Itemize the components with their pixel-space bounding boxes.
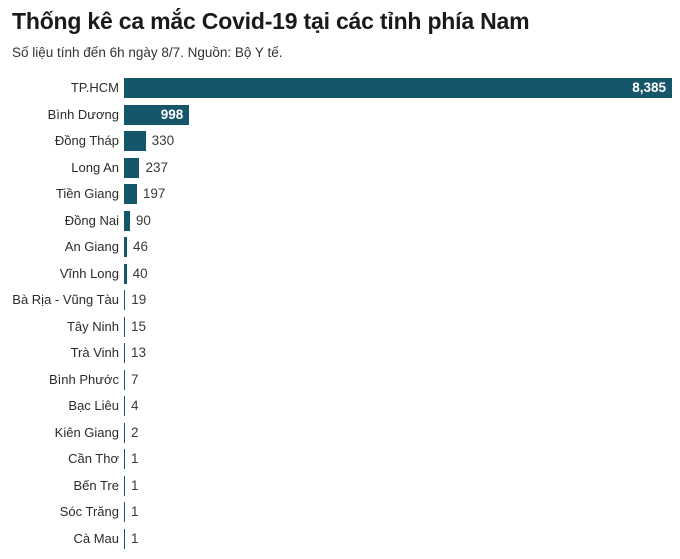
bar-row[interactable]: Long An 237 — [0, 157, 680, 185]
bar-category-label: An Giang — [64, 239, 119, 254]
bar-value-label: 197 — [142, 186, 166, 201]
bar-value-label: 46 — [133, 239, 149, 254]
bar-row[interactable]: Bà Rịa - Vũng Tàu 19 — [0, 290, 680, 317]
bar-category-label: Đồng Nai — [64, 212, 119, 228]
bar-container: 15 — [124, 316, 147, 337]
bar-category-label: Bình Phước — [49, 371, 119, 387]
bar[interactable] — [124, 290, 126, 310]
bar-value-label: 19 — [131, 292, 147, 307]
chart-subtitle: Số liệu tính đến 6h ngày 8/7. Nguồn: Bộ … — [12, 45, 283, 60]
bar-row[interactable]: Kiên Giang 2 — [0, 422, 680, 450]
bar-container: 1 — [124, 528, 139, 549]
bar-row[interactable]: Đồng Tháp 330 — [0, 131, 680, 158]
bar[interactable] — [124, 263, 127, 284]
bar-chart-plot-area: TP.HCM 8,385 Bình Dương 998 Đồng Tháp 330 Long… — [0, 78, 680, 559]
bar-container: 7 — [124, 369, 139, 390]
bar-row[interactable]: Bến Tre 1 — [0, 475, 680, 503]
bar[interactable] — [124, 184, 137, 204]
bar-row[interactable]: Tiền Giang 197 — [0, 184, 680, 211]
bar-container: 8,385 — [124, 78, 672, 98]
bar-category-label: Bạc Liêu — [68, 398, 119, 413]
bar-row[interactable]: Cà Mau 1 — [0, 528, 680, 556]
bar-row[interactable]: Đồng Nai 90 — [0, 210, 680, 238]
bar-value-label: 15 — [131, 318, 147, 334]
bar-container: 90 — [124, 210, 151, 231]
bar-container: 40 — [124, 263, 148, 284]
bar-value-label: 2 — [131, 424, 139, 440]
bar-container: 237 — [124, 157, 169, 178]
bar[interactable] — [124, 237, 127, 257]
bar-container: 1 — [124, 449, 139, 469]
bar-value-label: 40 — [132, 265, 148, 281]
bar-category-label: Tiền Giang — [55, 186, 119, 201]
bar-category-label: Sóc Trăng — [59, 504, 119, 519]
bar-category-label: TP.HCM — [70, 80, 119, 95]
bar-row[interactable]: An Giang 46 — [0, 237, 680, 264]
bar-category-label: Đồng Tháp — [54, 133, 119, 148]
bar-category-label: Long An — [71, 159, 119, 175]
bar-value-label: 13 — [131, 345, 147, 360]
bar-row[interactable]: Trà Vinh 13 — [0, 343, 680, 370]
bar-row[interactable]: TP.HCM 8,385 — [0, 78, 680, 105]
bar[interactable] — [124, 343, 125, 363]
bar[interactable]: 998 — [124, 104, 190, 125]
bar-container: 19 — [124, 290, 146, 310]
bar-row[interactable]: Bình Phước 7 — [0, 369, 680, 397]
bar-value-label: 1 — [131, 504, 139, 519]
bar-category-label: Vĩnh Long — [59, 265, 119, 281]
bar[interactable] — [124, 502, 125, 522]
bar-value-label: 1 — [131, 477, 139, 493]
bar[interactable] — [124, 369, 125, 390]
bar-row[interactable]: Sóc Trăng 1 — [0, 502, 680, 529]
bar-container: 4 — [124, 396, 139, 416]
bar-value-label: 4 — [131, 398, 139, 413]
bar-category-label: Trà Vinh — [70, 345, 119, 360]
bar-container: 2 — [124, 422, 139, 443]
bar[interactable] — [124, 475, 125, 496]
bar-row[interactable]: Bạc Liêu 4 — [0, 396, 680, 423]
bar[interactable] — [124, 396, 125, 416]
bar-value-label: 237 — [145, 159, 169, 175]
bar[interactable]: 8,385 — [124, 78, 672, 98]
bar-container: 330 — [124, 131, 174, 151]
bar[interactable] — [124, 157, 140, 178]
page-title: Thống kê ca mắc Covid-19 tại các tỉnh ph… — [12, 8, 530, 34]
bar-container: 46 — [124, 237, 148, 257]
bar[interactable] — [124, 422, 125, 443]
bar[interactable] — [124, 449, 125, 469]
bar-value-label: 1 — [131, 530, 139, 546]
bar-value-label: 90 — [135, 212, 151, 228]
bar[interactable] — [124, 210, 130, 231]
bar-container: 998 — [124, 104, 190, 125]
bar-container: 13 — [124, 343, 146, 363]
bar-value-label: 1 — [131, 451, 139, 466]
bar-category-label: Bến Tre — [73, 477, 119, 493]
bar[interactable] — [124, 528, 125, 549]
bar-container: 197 — [124, 184, 165, 204]
bar-container: 1 — [124, 475, 139, 496]
bar-value-label: 330 — [151, 133, 175, 148]
bar[interactable] — [124, 316, 125, 337]
bar-category-label: Cà Mau — [73, 530, 119, 546]
bar-row[interactable]: Vĩnh Long 40 — [0, 263, 680, 291]
bar-category-label: Bình Dương — [47, 106, 119, 122]
bar-row[interactable]: Tây Ninh 15 — [0, 316, 680, 344]
bar-container: 1 — [124, 502, 139, 522]
bar-value-label: 8,385 — [632, 80, 666, 95]
bar-row[interactable]: Cần Thơ 1 — [0, 449, 680, 476]
bar-category-label: Kiên Giang — [54, 424, 119, 440]
bar-category-label: Cần Thơ — [68, 451, 119, 466]
bar-value-label: 998 — [160, 106, 184, 122]
bar-row[interactable]: Bình Dương 998 — [0, 104, 680, 132]
bar-category-label: Bà Rịa - Vũng Tàu — [12, 292, 119, 307]
bar[interactable] — [124, 131, 146, 151]
bar-value-label: 7 — [131, 371, 139, 387]
bar-category-label: Tây Ninh — [66, 318, 119, 334]
chart-page: Thống kê ca mắc Covid-19 tại các tỉnh ph… — [0, 0, 680, 559]
